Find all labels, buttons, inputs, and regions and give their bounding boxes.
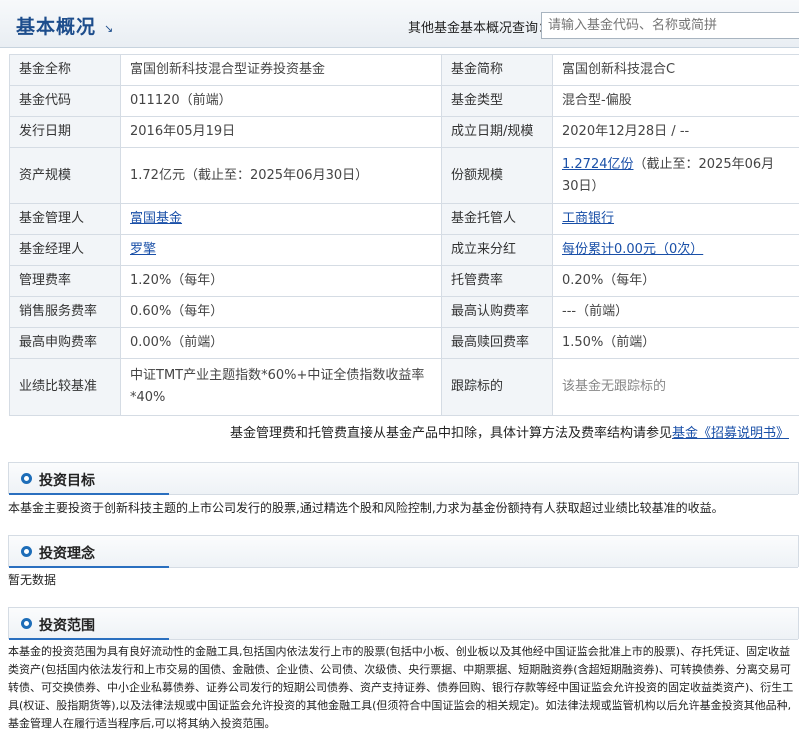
section-header-scope: 投资范围: [8, 607, 799, 640]
fund-search-input[interactable]: [541, 12, 799, 39]
max-subscription-label: 最高认购费率: [441, 296, 553, 328]
est-date-value: 2020年12月28日 / --: [552, 116, 799, 148]
table-row: 最高申购费率 0.00%（前端） 最高赎回费率 1.50%（前端）: [9, 327, 799, 359]
fee-note-text: 基金管理费和托管费直接从基金产品中扣除，具体计算方法及费率结构请参见: [229, 426, 672, 441]
shares-label: 份额规模: [441, 147, 553, 204]
section-body-idea: 暂无数据: [8, 573, 57, 587]
table-row: 管理费率 1.20%（每年） 托管费率 0.20%（每年）: [9, 265, 799, 297]
benchmark-value: 中证TMT产业主题指数*60%+中证全债指数收益率*40%: [120, 358, 442, 416]
section-header-idea: 投资理念: [8, 535, 799, 568]
full-name-value: 富国创新科技混合型证券投资基金: [120, 54, 442, 86]
issue-date-value: 2016年05月19日: [120, 116, 442, 148]
section-header-goal: 投资目标: [8, 462, 799, 495]
dividend-link[interactable]: 每份累计0.00元（0次）: [562, 242, 703, 257]
section-body-goal: 本基金主要投资于创新科技主题的上市公司发行的股票,通过精选个股和风险控制,力求为…: [8, 501, 724, 515]
page-title: 基本概况: [16, 16, 97, 38]
header-bar: 基本概况 ↘ 其他基金基本概况查询：: [0, 0, 799, 48]
max-subscription-value: ---（前端）: [552, 296, 799, 328]
section-title-goal: 投资目标: [39, 473, 95, 489]
max-purchase-label: 最高申购费率: [9, 327, 121, 359]
section-bullet-icon: [21, 546, 32, 557]
manager-label: 基金经理人: [9, 234, 121, 266]
custody-fee-label: 托管费率: [441, 265, 553, 297]
section-title-idea: 投资理念: [39, 546, 95, 562]
full-name-label: 基金全称: [9, 54, 121, 86]
type-label: 基金类型: [441, 85, 553, 117]
max-redeem-value: 1.50%（前端）: [552, 327, 799, 359]
est-date-label: 成立日期/规模: [441, 116, 553, 148]
custody-fee-value: 0.20%（每年）: [552, 265, 799, 297]
table-row: 基金经理人 罗擎 成立来分红 每份累计0.00元（0次）: [9, 234, 799, 266]
short-name-value: 富国创新科技混合C: [552, 54, 799, 86]
assets-label: 资产规模: [9, 147, 121, 204]
section-title-scope: 投资范围: [39, 618, 95, 634]
benchmark-label: 业绩比较基准: [9, 358, 121, 416]
shares-link[interactable]: 1.2724亿份: [562, 157, 634, 172]
table-row: 发行日期 2016年05月19日 成立日期/规模 2020年12月28日 / -…: [9, 116, 799, 148]
manager-co-label: 基金管理人: [9, 203, 121, 235]
sales-fee-label: 销售服务费率: [9, 296, 121, 328]
section-bullet-icon: [21, 473, 32, 484]
max-redeem-label: 最高赎回费率: [441, 327, 553, 359]
type-value: 混合型-偏股: [552, 85, 799, 117]
tracking-value: 该基金无跟踪标的: [552, 358, 799, 416]
code-value: 011120（前端）: [120, 85, 442, 117]
custodian-link[interactable]: 工商银行: [562, 211, 614, 226]
fund-info-table: 基金全称 富国创新科技混合型证券投资基金 基金简称 富国创新科技混合C 基金代码…: [9, 54, 799, 416]
table-row: 基金代码 011120（前端） 基金类型 混合型-偏股: [9, 85, 799, 117]
manager-link[interactable]: 罗擎: [130, 242, 156, 257]
shares-value: 1.2724亿份（截止至：2025年06月30日）: [552, 147, 799, 204]
code-label: 基金代码: [9, 85, 121, 117]
section-body-scope: 本基金的投资范围为具有良好流动性的金融工具,包括国内依法发行上市的股票(包括中小…: [8, 645, 794, 730]
assets-value: 1.72亿元（截止至：2025年06月30日）: [120, 147, 442, 204]
manager-co-link[interactable]: 富国基金: [130, 211, 182, 226]
table-row: 业绩比较基准 中证TMT产业主题指数*60%+中证全债指数收益率*40% 跟踪标…: [9, 358, 799, 416]
table-row: 销售服务费率 0.60%（每年） 最高认购费率 ---（前端）: [9, 296, 799, 328]
custodian-label: 基金托管人: [441, 203, 553, 235]
dividend-label: 成立来分红: [441, 234, 553, 266]
mgmt-fee-label: 管理费率: [9, 265, 121, 297]
fee-note: 基金管理费和托管费直接从基金产品中扣除，具体计算方法及费率结构请参见基金《招募说…: [230, 422, 789, 441]
max-purchase-value: 0.00%（前端）: [120, 327, 442, 359]
issue-date-label: 发行日期: [9, 116, 121, 148]
table-row: 基金管理人 富国基金 基金托管人 工商银行: [9, 203, 799, 235]
table-row: 基金全称 富国创新科技混合型证券投资基金 基金简称 富国创新科技混合C: [9, 54, 799, 86]
section-bullet-icon: [21, 618, 32, 629]
query-label: 其他基金基本概况查询：: [408, 21, 552, 36]
short-name-label: 基金简称: [441, 54, 553, 86]
prospectus-link[interactable]: 基金《招募说明书》: [672, 426, 789, 441]
corner-arrow-icon[interactable]: ↘: [104, 22, 113, 35]
mgmt-fee-value: 1.20%（每年）: [120, 265, 442, 297]
tracking-label: 跟踪标的: [441, 358, 553, 416]
sales-fee-value: 0.60%（每年）: [120, 296, 442, 328]
table-row: 资产规模 1.72亿元（截止至：2025年06月30日） 份额规模 1.2724…: [9, 147, 799, 204]
